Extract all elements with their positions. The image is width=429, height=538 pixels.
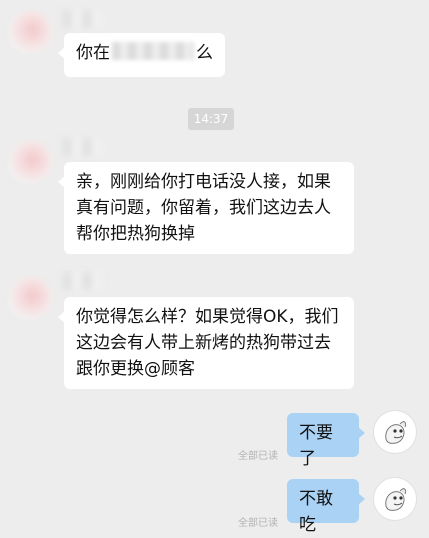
message-bubble[interactable]: 不敢吃 bbox=[287, 479, 365, 535]
message-text: 不要了 bbox=[299, 423, 333, 469]
my-avatar[interactable] bbox=[373, 410, 417, 454]
message-bubble[interactable]: 亲，刚刚给你打电话没人接，如果 真有问题，你留着，我们这边去人 帮你把热狗换掉 bbox=[58, 162, 354, 254]
redacted-text bbox=[112, 42, 194, 60]
message-line: 亲，刚刚给你打电话没人接，如果 bbox=[76, 172, 331, 192]
contact-avatar[interactable] bbox=[8, 140, 52, 184]
message-line: 真有问题，你留着，我们这边去人 bbox=[76, 198, 331, 218]
message-text: 么 bbox=[196, 43, 213, 63]
contact-name-blurred bbox=[62, 10, 102, 28]
message-bubble[interactable]: 不要了 bbox=[287, 413, 365, 469]
my-avatar[interactable] bbox=[373, 477, 417, 521]
dog-avatar-icon bbox=[385, 488, 407, 511]
read-status: 全部已读 bbox=[238, 451, 278, 462]
message-text: 不敢吃 bbox=[299, 489, 333, 535]
contact-avatar[interactable] bbox=[8, 276, 52, 320]
read-status: 全部已读 bbox=[238, 518, 278, 529]
timestamp: 14:37 bbox=[188, 108, 234, 130]
message-line: 你觉得怎么样？如果觉得OK，我们 bbox=[76, 307, 339, 327]
message-bubble[interactable]: 你在 么 bbox=[58, 33, 225, 77]
message-bubble[interactable]: 你觉得怎么样？如果觉得OK，我们 这边会有人带上新烤的热狗带过去 跟你更换@顾客 bbox=[58, 297, 354, 389]
message-text: 你在 bbox=[76, 43, 110, 63]
contact-avatar[interactable] bbox=[8, 10, 52, 54]
message-line: 跟你更换@顾客 bbox=[76, 359, 195, 379]
message-line: 帮你把热狗换掉 bbox=[76, 224, 195, 244]
message-line: 这边会有人带上新烤的热狗带过去 bbox=[76, 333, 331, 353]
dog-avatar-icon bbox=[385, 421, 407, 444]
contact-name-blurred bbox=[62, 272, 102, 290]
contact-name-blurred bbox=[62, 138, 102, 156]
